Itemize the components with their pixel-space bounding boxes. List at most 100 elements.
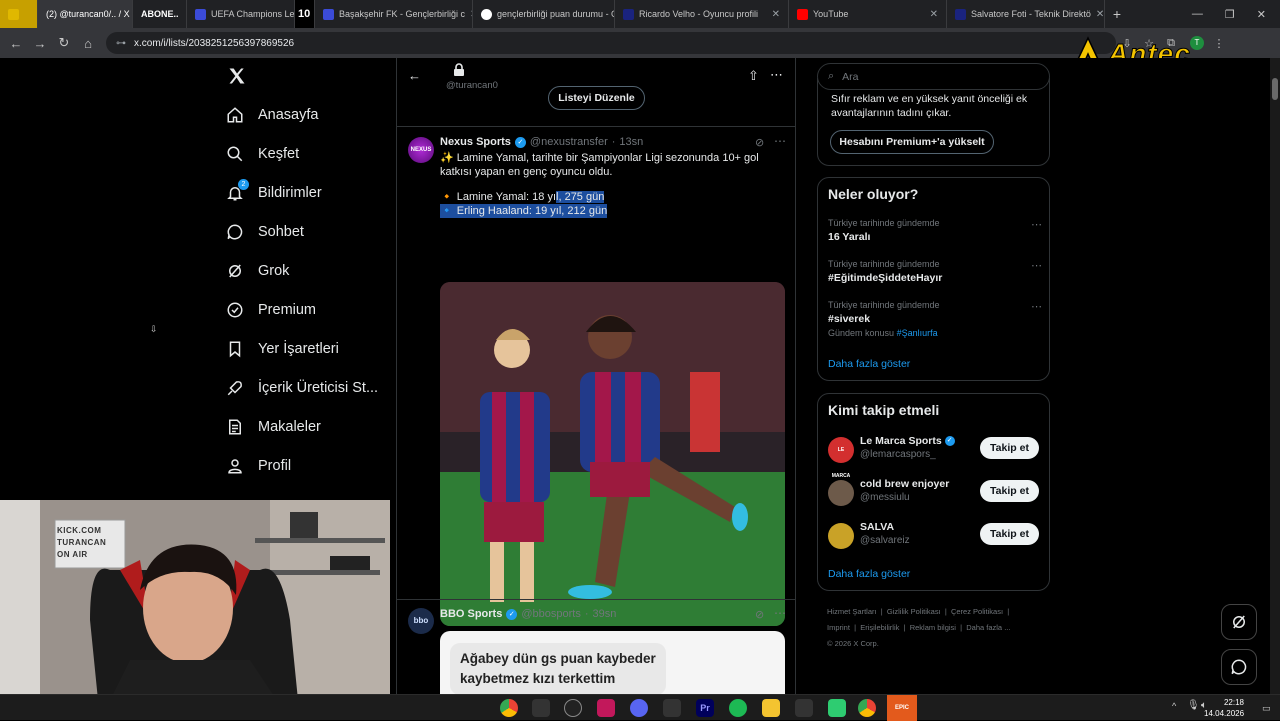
trend-hashtag-link[interactable]: #Şanlıurfa <box>897 328 938 338</box>
more-icon[interactable]: ⋯ <box>1031 300 1043 313</box>
discord-icon[interactable] <box>630 699 648 717</box>
close-icon[interactable]: ✕ <box>1096 9 1104 20</box>
microphone-icon[interactable]: 🎙︎ <box>1187 700 1200 711</box>
footer-link[interactable]: Çerez Politikası <box>951 607 1003 616</box>
footer-link[interactable]: Imprint <box>827 623 850 632</box>
back-arrow-icon[interactable]: ← <box>4 36 28 51</box>
edit-list-button[interactable]: Listeyi Düzenle <box>548 86 645 110</box>
tweet-nexus[interactable]: NEXUS Nexus Sports ✓ @nexustransfer · 13… <box>397 126 795 648</box>
tray-chevron-icon[interactable]: ^ <box>1172 701 1176 711</box>
sidebar-item-bookmarks[interactable]: Yer İşaretleri <box>226 340 339 358</box>
show-more-trends-link[interactable]: Daha fazla göster <box>828 358 910 370</box>
menu-kebab-icon[interactable]: ⋮ <box>1208 37 1230 50</box>
maximize-icon[interactable]: ❐ <box>1225 8 1235 21</box>
sidebar-item-explore[interactable]: Keşfet <box>226 145 299 163</box>
more-icon[interactable]: ⋯ <box>774 134 786 148</box>
chrome-icon[interactable] <box>858 699 876 717</box>
sidebar-item-notifications[interactable]: 2 Bildirimler <box>226 179 322 202</box>
sidebar-item-articles[interactable]: Makaleler <box>226 418 321 436</box>
tweet-time[interactable]: 39sn <box>593 608 617 620</box>
follow-suggestion[interactable]: cold brew enjoyer @messiulu Takip et <box>828 478 1043 508</box>
home-browser-icon[interactable]: ⌂ <box>76 36 100 51</box>
avatar[interactable]: bbo <box>408 608 434 634</box>
chrome-icon[interactable] <box>500 699 518 717</box>
tab-2[interactable]: ABONE.. <box>133 0 187 28</box>
tab-7[interactable]: Ricardo Velho - Oyuncu profili ✕ <box>615 0 789 28</box>
site-info-icon[interactable]: ⊶ <box>116 38 126 49</box>
back-arrow-icon[interactable]: ← <box>408 68 421 83</box>
tab-3[interactable]: UEFA Champions League p <box>187 0 295 28</box>
show-more-follow-link[interactable]: Daha fazla göster <box>828 568 910 580</box>
tab-4[interactable]: 10 <box>295 0 315 28</box>
app-icon[interactable] <box>532 699 550 717</box>
app-icon[interactable] <box>828 699 846 717</box>
trend-item[interactable]: Türkiye tarihinde gündemde 16 Yaralı ⋯ <box>828 218 1043 243</box>
sidebar-item-creator-studio[interactable]: İçerik Üreticisi St... <box>226 379 378 397</box>
tab-9[interactable]: Salvatore Foti - Teknik Direktö ✕ <box>947 0 1105 28</box>
tweet-photo[interactable]: Ağabey dün gs puan kaybeder kaybetmez kı… <box>440 631 785 701</box>
premiere-icon[interactable]: Pr <box>696 699 714 717</box>
app-icon[interactable] <box>663 699 681 717</box>
tab-8[interactable]: YouTube ✕ <box>789 0 947 28</box>
close-window-icon[interactable]: ✕ <box>1257 8 1266 21</box>
sidebar-item-home[interactable]: Anasayfa <box>226 106 318 124</box>
footer-link[interactable]: Reklam bilgisi <box>910 623 956 632</box>
trend-item[interactable]: Türkiye tarihinde gündemde #EğitimdeŞidd… <box>828 259 1043 284</box>
minimize-icon[interactable]: — <box>1192 8 1203 21</box>
footer-link[interactable]: Erişilebilirlik <box>860 623 899 632</box>
share-icon[interactable]: ⇧ <box>748 68 759 84</box>
avatar[interactable]: NEXUS <box>408 137 434 163</box>
tab-5[interactable]: Başakşehir FK - Gençlerbirliği c ✕ <box>315 0 473 28</box>
suggestion-handle[interactable]: @salvareiz <box>860 535 910 546</box>
suggestion-name[interactable]: Le Marca Sports <box>860 435 942 447</box>
grok-float-button[interactable] <box>1221 604 1257 640</box>
forward-arrow-icon[interactable]: → <box>28 36 52 51</box>
sidebar-item-profile[interactable]: Profil <box>226 457 291 475</box>
close-icon[interactable]: ✕ <box>772 9 780 20</box>
tab-0[interactable] <box>0 0 38 28</box>
follow-suggestion[interactable]: LE MARCA Le Marca Sports ✓ @lemarcaspors… <box>828 435 1043 479</box>
more-icon[interactable]: ⋯ <box>770 67 783 83</box>
avatar[interactable]: LE MARCA <box>828 437 854 479</box>
url-field[interactable]: ⊶ x.com/i/lists/2038251256397869526 <box>106 32 1116 54</box>
suggestion-name[interactable]: cold brew enjoyer <box>860 478 949 490</box>
tab-1[interactable]: (2) @turancan0/.. / X <box>38 0 133 28</box>
suggestion-handle[interactable]: @lemarcaspors_ <box>860 449 936 460</box>
tweet-time[interactable]: 13sn <box>619 136 643 148</box>
app-icon[interactable] <box>795 699 813 717</box>
footer-link[interactable]: Daha fazla ... <box>966 623 1010 632</box>
footer-link[interactable]: Gizlilik Politikası <box>887 607 941 616</box>
scrollbar-thumb[interactable] <box>1272 78 1278 100</box>
app-icon[interactable] <box>564 699 582 717</box>
avatar[interactable] <box>828 523 854 549</box>
more-icon[interactable]: ⋯ <box>1031 259 1043 272</box>
follow-button[interactable]: Takip et <box>980 523 1039 545</box>
more-icon[interactable]: ⋯ <box>774 606 786 620</box>
footer-link[interactable]: Hizmet Şartları <box>827 607 877 616</box>
folder-icon[interactable] <box>762 699 780 717</box>
new-tab-button[interactable]: + <box>1105 6 1129 22</box>
grok-icon[interactable]: ⊘ <box>755 136 764 149</box>
author-name[interactable]: BBO Sports <box>440 608 502 620</box>
epic-games-icon[interactable]: EPIC <box>887 695 917 721</box>
notification-center-icon[interactable]: ▭ <box>1262 703 1271 714</box>
spotify-icon[interactable] <box>729 699 747 717</box>
x-logo-icon[interactable] <box>227 66 247 86</box>
premium-upgrade-button[interactable]: Hesabını Premium+'a yükselt <box>830 130 994 154</box>
messages-float-button[interactable] <box>1221 649 1257 685</box>
sidebar-item-premium[interactable]: Premium <box>226 301 316 319</box>
reload-icon[interactable]: ↻ <box>52 35 76 51</box>
sidebar-item-chat[interactable]: Sohbet <box>226 223 304 241</box>
app-icon[interactable] <box>597 699 615 717</box>
follow-suggestion[interactable]: SALVA @salvareiz Takip et <box>828 521 1043 551</box>
more-icon[interactable]: ⋯ <box>1031 218 1043 231</box>
tweet-photo[interactable] <box>440 282 785 626</box>
scrollbar[interactable] <box>1270 58 1280 694</box>
author-handle[interactable]: @bbosports <box>521 608 580 620</box>
tweet-bbo[interactable]: bbo BBO Sports ✓ @bbosports · 39sn ⊘ ⋯ A… <box>397 600 795 701</box>
author-handle[interactable]: @nexustransfer <box>530 136 608 148</box>
trend-item[interactable]: Türkiye tarihinde gündemde #siverek Günd… <box>828 300 1043 338</box>
clock[interactable]: 22:18 14.04.2026 <box>1204 697 1244 719</box>
list-owner-handle[interactable]: @turancan0 <box>446 80 498 91</box>
suggestion-handle[interactable]: @messiulu <box>860 492 910 503</box>
